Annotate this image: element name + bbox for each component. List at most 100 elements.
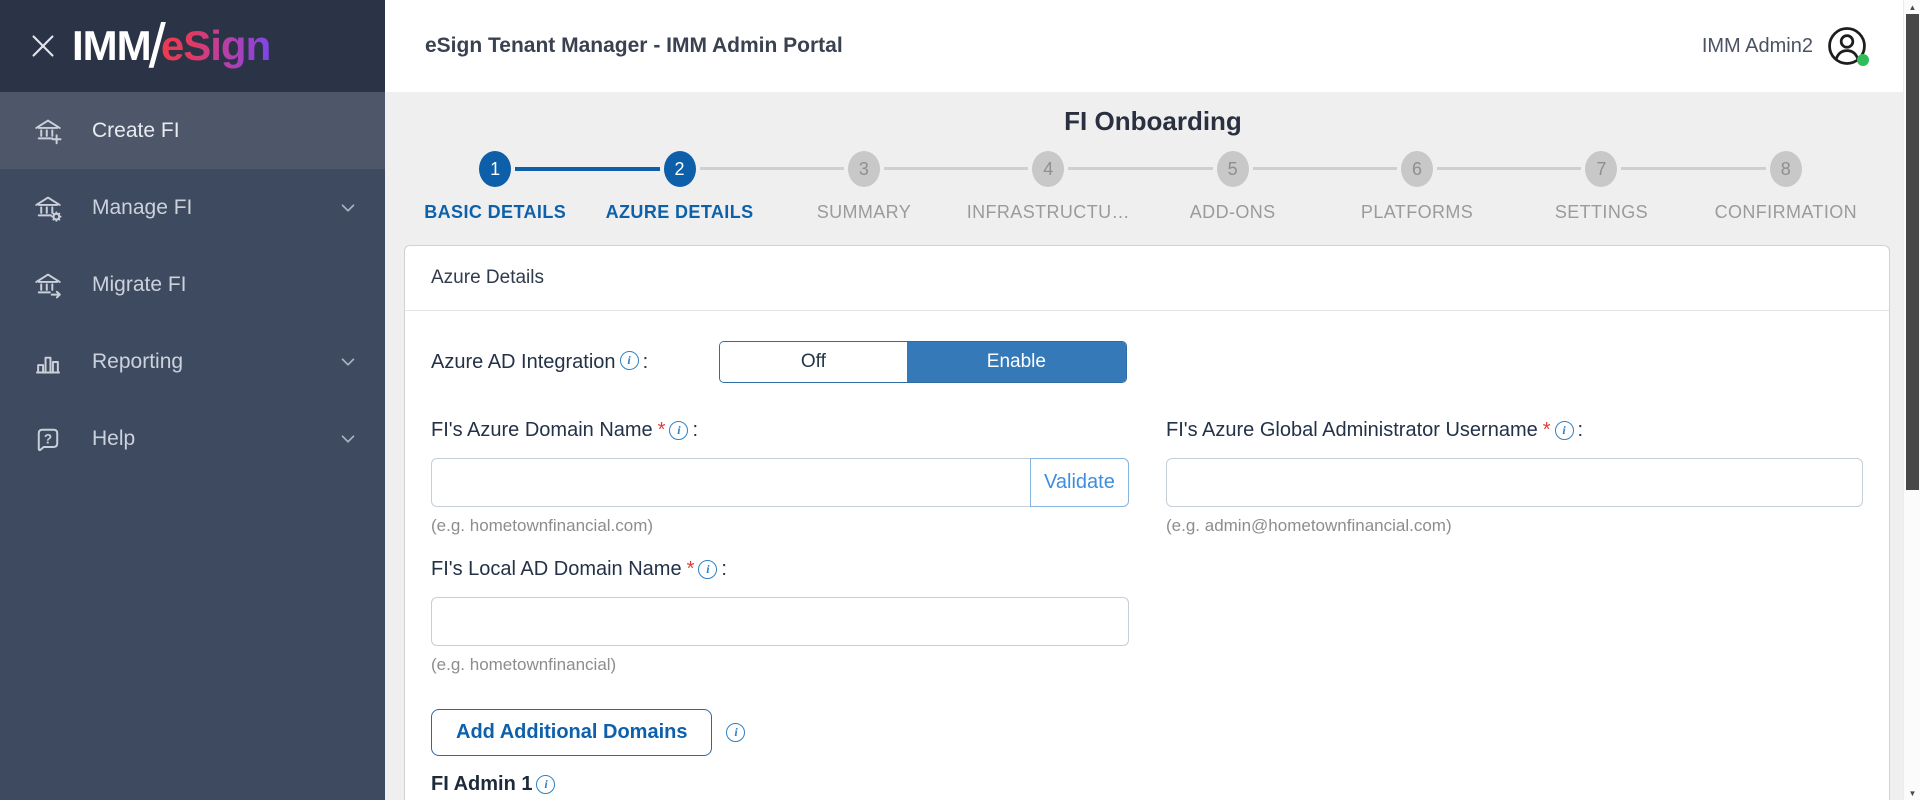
local-ad-domain-label: FI's Local AD Domain Name*i: [431,558,1129,581]
global-admin-input-group [1166,458,1863,507]
sidebar: IMM / eSign Create FI Manage FI Migrate FI… [0,0,385,800]
validate-button[interactable]: Validate [1030,458,1129,507]
azure-domain-label: FI's Azure Domain Name*i: [431,419,1129,442]
logo-imm-text: IMM [72,22,151,70]
step-number-dot: 5 [1217,151,1249,187]
sidebar-item-label: Help [92,427,135,451]
bank-arrow-icon [32,269,64,301]
local-ad-domain-field: FI's Local AD Domain Name*i: (e.g. homet… [431,558,1129,675]
info-icon[interactable]: i [669,421,688,440]
sidebar-item-label: Migrate FI [92,273,187,297]
step-label: SUMMARY [817,202,911,223]
stepper-step-summary[interactable]: 3 SUMMARY [772,151,956,223]
azure-domain-input[interactable] [431,458,1030,507]
global-admin-label: FI's Azure Global Administrator Username… [1166,419,1863,442]
user-name: IMM Admin2 [1702,35,1813,58]
local-ad-domain-hint: (e.g. hometownfinancial) [431,655,1129,675]
info-icon[interactable]: i [726,723,745,742]
logo-esign-text: eSign [161,22,270,70]
sidebar-item-manage-fi[interactable]: Manage FI [0,169,385,246]
sidebar-item-label: Create FI [92,119,180,143]
sidebar-item-create-fi[interactable]: Create FI [0,92,385,169]
stepper-step-add-ons[interactable]: 5ADD-ONS [1141,151,1325,223]
sidebar-item-help[interactable]: ? Help [0,400,385,477]
imm-esign-logo: IMM / eSign [72,22,270,70]
step-number-dot: 8 [1770,151,1802,187]
global-admin-field: FI's Azure Global Administrator Username… [1166,419,1863,536]
fi-admin-1-label: FI Admin 1 [431,773,532,796]
vertical-scrollbar: ▲ ▼ [1903,0,1920,800]
azure-ad-integration-toggle: Off Enable [719,341,1127,383]
stepper-step-platforms[interactable]: 6 PLATFORMS [1325,151,1509,223]
azure-domain-field: FI's Azure Domain Name*i: Validate (e.g.… [431,419,1129,536]
chevron-down-icon[interactable] [337,197,359,219]
global-admin-input[interactable] [1166,458,1863,507]
step-number-dot: 1 [479,151,511,187]
avatar [1826,25,1868,67]
card-title: Azure Details [431,267,544,288]
step-number-dot: 4 [1032,151,1064,187]
stepper-step-azure-details[interactable]: 2AZURE DETAILS [587,151,771,223]
label-colon: : [643,351,649,373]
add-domains-row: Add Additional Domains i [431,709,1863,756]
info-icon[interactable]: i [698,560,717,579]
sidebar-logo-bar: IMM / eSign [0,0,385,92]
fields-grid: FI's Azure Domain Name*i: Validate (e.g.… [431,419,1863,536]
step-label: SETTINGS [1555,202,1648,223]
app-window: IMM / eSign Create FI Manage FI Migrate FI… [0,0,1920,800]
step-number-dot: 6 [1401,151,1433,187]
step-label: INFRASTRUCTU… [967,202,1130,223]
content-area: FI Onboarding 1 BASIC DETAILS 2AZURE DETAI… [385,92,1920,800]
chevron-down-icon[interactable] [337,351,359,373]
help-icon: ? [32,423,64,455]
info-icon[interactable]: i [620,351,639,370]
stepper-step-settings[interactable]: 7 SETTINGS [1509,151,1693,223]
sidebar-item-migrate-fi[interactable]: Migrate FI [0,246,385,323]
stepper-step-basic-details[interactable]: 1 BASIC DETAILS [403,151,587,223]
user-menu[interactable]: IMM Admin2 [1702,25,1868,67]
required-asterisk: * [687,558,695,581]
topbar: eSign Tenant Manager - IMM Admin Portal … [385,0,1920,92]
bar-chart-icon [32,346,64,378]
step-label: BASIC DETAILS [424,202,566,223]
page-title: FI Onboarding [403,106,1903,137]
step-label: AZURE DETAILS [606,202,754,223]
online-status-dot [1857,54,1869,66]
fi-admin-1-section: FI Admin 1i [431,773,1863,796]
scrollbar-down-arrow[interactable]: ▼ [1904,786,1920,800]
step-label: PLATFORMS [1361,202,1473,223]
azure-domain-hint: (e.g. hometownfinancial.com) [431,516,1129,536]
sidebar-item-reporting[interactable]: Reporting [0,323,385,400]
azure-ad-integration-row: Azure AD Integrationi: Off Enable [431,341,1863,383]
label-text: FI's Azure Domain Name [431,419,653,442]
label-colon: : [721,558,727,581]
label-colon: : [692,419,698,442]
info-icon[interactable]: i [536,775,555,794]
bank-gear-icon [32,192,64,224]
bank-plus-icon [32,115,64,147]
step-number-dot: 3 [848,151,880,187]
local-ad-domain-input-group [431,597,1129,646]
add-additional-domains-button[interactable]: Add Additional Domains [431,709,712,756]
stepper-step-confirmation[interactable]: 8 CONFIRMATION [1694,151,1878,223]
step-label: CONFIRMATION [1715,202,1857,223]
scrollbar-up-arrow[interactable]: ▲ [1904,0,1920,14]
label-text: Azure AD Integration [431,351,616,373]
chevron-down-icon[interactable] [337,428,359,450]
required-asterisk: * [658,419,666,442]
stepper-step-infrastructu[interactable]: 4 INFRASTRUCTU… [956,151,1140,223]
onboarding-stepper: 1 BASIC DETAILS 2AZURE DETAILS 3 SUMMARY 4 INF… [403,151,1878,223]
card-body: Azure AD Integrationi: Off Enable FI's A… [405,311,1889,796]
label-text: FI's Azure Global Administrator Username [1166,419,1538,442]
svg-text:?: ? [44,431,52,446]
label-text: FI's Local AD Domain Name [431,558,682,581]
azure-details-card: Azure Details Azure AD Integrationi: Off… [404,245,1890,800]
local-ad-domain-input[interactable] [431,597,1129,646]
toggle-off-button[interactable]: Off [720,342,907,382]
info-icon[interactable]: i [1555,421,1574,440]
main-area: eSign Tenant Manager - IMM Admin Portal … [385,0,1920,800]
scrollbar-thumb[interactable] [1906,14,1919,490]
close-menu-icon[interactable] [30,33,56,59]
toggle-enable-button[interactable]: Enable [907,342,1126,382]
step-number-dot: 7 [1585,151,1617,187]
